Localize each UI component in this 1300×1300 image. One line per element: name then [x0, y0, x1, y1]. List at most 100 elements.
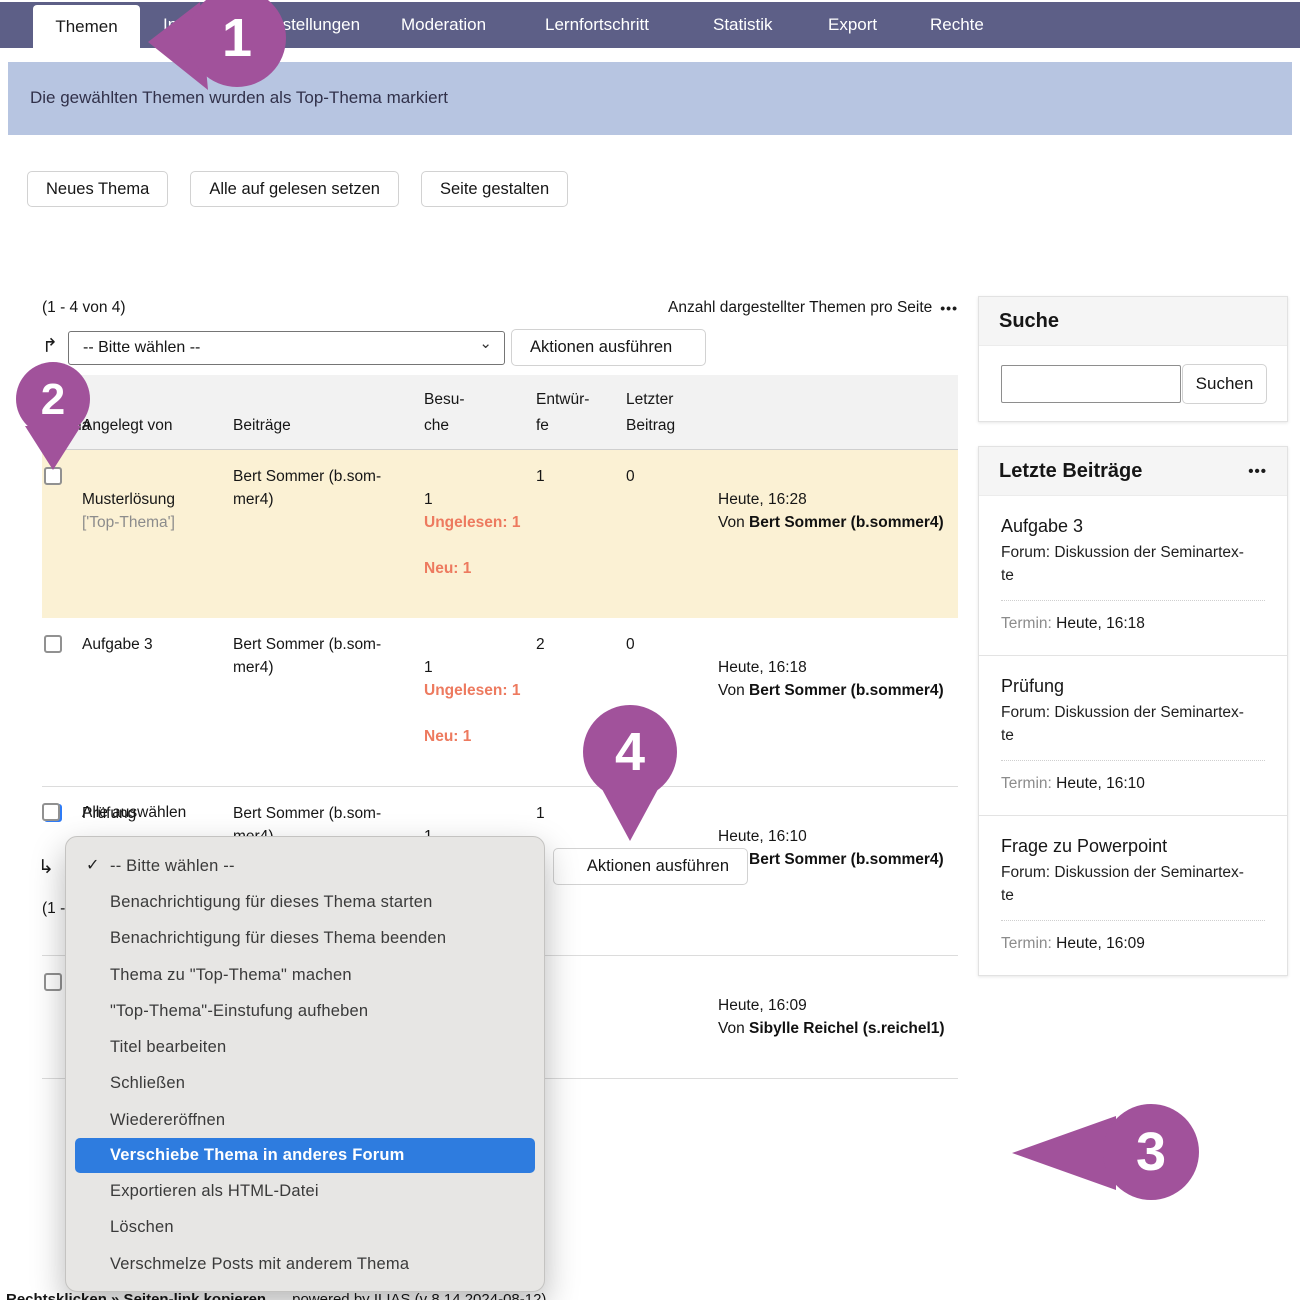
- menu-item-top-thema-aufheben[interactable]: "Top-Thema"-Einstufung aufheben: [66, 993, 544, 1029]
- posts-count: 1: [424, 659, 433, 676]
- drafts-count: 0: [626, 618, 718, 671]
- latest-posts-menu-icon[interactable]: •••: [1248, 463, 1267, 480]
- forum-admin-page: Themen Info Einstellungen Moderation Ler…: [0, 0, 1300, 1300]
- menu-item-titel-bearbeiten[interactable]: Titel bearbeiten: [66, 1029, 544, 1065]
- menu-item-wiedereroeffnen[interactable]: Wiedereröffnen: [66, 1102, 544, 1138]
- visits-count: 1: [536, 787, 626, 840]
- search-panel-title: Suche: [999, 310, 1059, 333]
- menu-item-bitte-waehlen[interactable]: ✓ -- Bitte wählen --: [66, 848, 544, 884]
- posts-count: 1: [424, 491, 433, 508]
- select-all-label: Alle auswählen: [82, 803, 186, 822]
- bulk-action-select-value: -- Bitte wählen --: [83, 339, 200, 357]
- execute-actions-button-bottom[interactable]: Aktionen ausführen: [553, 848, 748, 885]
- bulk-action-dropdown-menu: ✓ -- Bitte wählen -- Benachrichtigung fü…: [65, 836, 545, 1292]
- menu-item-benachrichtigung-starten[interactable]: Benachrichtigung für dieses Thema starte…: [66, 884, 544, 920]
- menu-item-exportieren-html[interactable]: Exportieren als HTML-Datei: [66, 1173, 544, 1209]
- latest-posts-title: Letzte Beiträge: [999, 460, 1142, 483]
- topic-tag: ['Top-Thema']: [82, 511, 227, 534]
- search-button[interactable]: Suchen: [1182, 364, 1267, 404]
- tab-lernfortschritt[interactable]: Lernfortschritt: [545, 2, 649, 48]
- tab-info[interactable]: Info: [163, 2, 191, 48]
- svg-text:3: 3: [1136, 1122, 1166, 1182]
- per-page-label: Anzahl dargestellter Themen pro Seite: [668, 299, 932, 317]
- topic-author: Bert Sommer (b.som- mer4): [233, 618, 424, 694]
- new-topic-button[interactable]: Neues Thema: [27, 171, 168, 207]
- drafts-count: [626, 956, 718, 986]
- tab-einstellungen[interactable]: Einstellungen: [258, 2, 360, 48]
- footer-hint: Rechtsklicken » Seiten-link kopieren: [6, 1291, 266, 1300]
- visits-count: 1: [536, 450, 626, 503]
- last-post-author[interactable]: Bert Sommer (b.sommer4): [749, 682, 944, 699]
- table-header-row: Thema Angelegt von Beiträge Besu- che En…: [42, 375, 958, 450]
- apply-to-selection-icon-bottom: ↳: [38, 856, 54, 879]
- tab-rechte[interactable]: Rechte: [930, 2, 984, 48]
- col-besuche: Besu- che: [424, 387, 536, 449]
- list-item: Frage zu Powerpoint Forum: Diskussion de…: [979, 816, 1287, 975]
- bulk-action-select[interactable]: -- Bitte wählen -- ⌄: [68, 331, 505, 365]
- mark-all-read-button[interactable]: Alle auf gelesen setzen: [190, 171, 399, 207]
- pagination-info: (1 - 4 von 4): [42, 299, 126, 316]
- latest-post-link[interactable]: Frage zu Powerpoint: [1001, 836, 1265, 857]
- status-banner-text: Die gewählten Themen wurden als Top-Them…: [30, 88, 448, 108]
- latest-post-link[interactable]: Prüfung: [1001, 676, 1265, 697]
- visits-count: 2: [536, 618, 626, 671]
- topic-link[interactable]: Aufgabe 3: [82, 636, 153, 653]
- chevron-down-icon: ⌄: [479, 334, 492, 352]
- col-angelegt-von: Angelegt von: [82, 413, 233, 449]
- last-post-author[interactable]: Sibylle Reichel (s.reichel1): [749, 1020, 945, 1037]
- last-post-author[interactable]: Bert Sommer (b.sommer4): [749, 514, 944, 531]
- latest-post-forum: Forum: Diskussion der Seminartex- te: [1001, 541, 1265, 587]
- per-page-menu-icon[interactable]: •••: [940, 300, 958, 316]
- latest-post-link[interactable]: Aufgabe 3: [1001, 516, 1265, 537]
- col-beitraege: Beiträge: [233, 413, 424, 449]
- last-post-time: Heute, 16:18: [718, 659, 807, 676]
- bulk-action-row-top: ↱ -- Bitte wählen -- ⌄ Aktionen ausführe…: [42, 331, 958, 367]
- list-item: Prüfung Forum: Diskussion der Seminartex…: [979, 656, 1287, 816]
- menu-item-schliessen[interactable]: Schließen: [66, 1066, 544, 1102]
- tab-export[interactable]: Export: [828, 2, 877, 48]
- row-checkbox[interactable]: [44, 635, 62, 653]
- new-count: Neu: 1: [424, 725, 530, 748]
- row-checkbox[interactable]: [44, 467, 62, 485]
- search-input[interactable]: [1001, 365, 1181, 403]
- list-item: Aufgabe 3 Forum: Diskussion der Seminart…: [979, 496, 1287, 656]
- menu-item-benachrichtigung-beenden[interactable]: Benachrichtigung für dieses Thema beende…: [66, 921, 544, 957]
- tab-themen[interactable]: Themen: [33, 5, 140, 48]
- latest-post-time: Heute, 16:18: [1056, 615, 1145, 632]
- design-page-button[interactable]: Seite gestalten: [421, 171, 568, 207]
- last-post-time: Heute, 16:10: [718, 828, 807, 845]
- unread-count: Ungelesen: 1: [424, 679, 530, 702]
- latest-post-forum: Forum: Diskussion der Seminartex- te: [1001, 701, 1265, 747]
- page-footer: Rechtsklicken » Seiten-link kopieren pow…: [6, 1291, 546, 1300]
- menu-item-verschiebe-thema[interactable]: Verschiebe Thema in anderes Forum: [75, 1138, 535, 1173]
- new-count: Neu: 1: [424, 557, 530, 580]
- col-entwuerfe: Entwür- fe: [536, 387, 626, 449]
- menu-item-loeschen[interactable]: Löschen: [66, 1210, 544, 1246]
- drafts-count: 0: [626, 450, 718, 503]
- drafts-count: 0: [626, 787, 718, 840]
- toolbar: Neues Thema Alle auf gelesen setzen Seit…: [27, 171, 568, 207]
- menu-item-verschmelze-posts[interactable]: Verschmelze Posts mit anderem Thema: [66, 1246, 544, 1282]
- footer-powered-by: powered by ILIAS (v 8.14 2024-08-12): [292, 1291, 546, 1300]
- visits-count: 1: [536, 956, 626, 1009]
- select-all-row: Alle auswählen: [42, 803, 186, 822]
- last-post-author[interactable]: Bert Sommer (b.sommer4): [749, 851, 944, 868]
- menu-item-top-thema-machen[interactable]: Thema zu "Top-Thema" machen: [66, 957, 544, 993]
- unread-count: Ungelesen: 1: [424, 511, 530, 534]
- tab-statistik[interactable]: Statistik: [713, 2, 773, 48]
- status-banner: Die gewählten Themen wurden als Top-Them…: [8, 62, 1292, 135]
- tab-moderation[interactable]: Moderation: [401, 2, 486, 48]
- col-thema: Thema: [42, 413, 82, 449]
- row-checkbox[interactable]: [44, 973, 62, 991]
- latest-post-forum: Forum: Diskussion der Seminartex- te: [1001, 861, 1265, 907]
- pagination-row: (1 - 4 von 4) Anzahl dargestellter Theme…: [42, 299, 958, 317]
- latest-post-time: Heute, 16:09: [1056, 935, 1145, 952]
- table-row: Aufgabe 3 Bert Sommer (b.som- mer4) 1 Un…: [42, 618, 958, 787]
- apply-to-selection-icon: ↱: [42, 335, 58, 358]
- tab-bar: Themen Info Einstellungen Moderation Ler…: [0, 2, 1300, 48]
- execute-actions-button[interactable]: Aktionen ausführen: [511, 329, 706, 366]
- latest-post-time: Heute, 16:10: [1056, 775, 1145, 792]
- topic-link[interactable]: Musterlösung: [82, 491, 175, 508]
- select-all-checkbox[interactable]: [42, 803, 60, 821]
- last-post-time: Heute, 16:09: [718, 997, 807, 1014]
